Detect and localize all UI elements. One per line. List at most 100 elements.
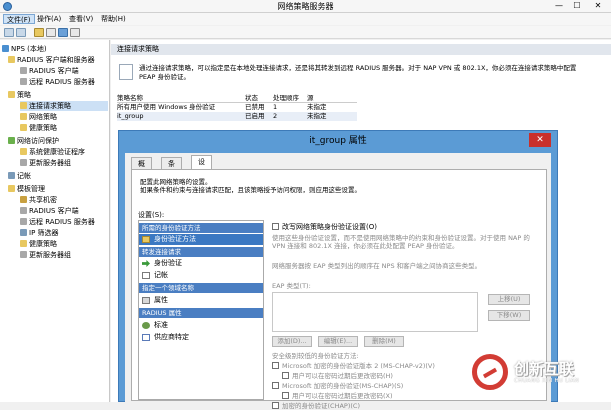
tree-templates[interactable]: 模板管理 — [8, 184, 45, 194]
tree-policies[interactable]: 策略 — [8, 90, 31, 100]
mschapv2-pw-row[interactable]: 用户可以在密码过期后更改密码(H) — [282, 372, 393, 380]
mschap-pw-row[interactable]: 用户可以在密码过期后更改密码(X) — [282, 392, 393, 400]
tree-label: 连接请求策略 — [29, 102, 71, 110]
tree-label: NPS (本地) — [11, 45, 47, 53]
table-row[interactable]: 所有用户使用 Windows 身份验证 已禁用 1 未指定 — [117, 103, 357, 112]
tree-health-policy[interactable]: 健康策略 — [20, 123, 57, 133]
mschapv2-checkbox[interactable] — [272, 362, 279, 369]
col-source[interactable]: 源 — [307, 94, 314, 103]
menu-view[interactable]: 查看(V) — [66, 14, 96, 24]
tree-shared-secret[interactable]: 共享机密 — [20, 195, 57, 205]
mschap-row[interactable]: Microsoft 加密的身份验证(MS-CHAP)(S) — [272, 382, 403, 390]
watermark-title: 创新互联 — [514, 360, 575, 378]
tree-ip-filter[interactable]: IP 筛选器 — [20, 228, 59, 238]
tab-settings[interactable]: 设置 — [191, 155, 212, 178]
chap-row[interactable]: 加密的身份验证(CHAP)(C) — [272, 402, 360, 410]
item-label: 标准 — [154, 321, 168, 329]
settings-item-standard[interactable]: 标准 — [139, 320, 263, 331]
mschapv2-pw-checkbox[interactable] — [282, 372, 289, 379]
override-checkbox[interactable] — [272, 223, 279, 230]
settings-item-vendor[interactable]: 供应商特定 — [139, 332, 263, 343]
mschap-pw-label: 用户可以在密码过期后更改密码(X) — [292, 392, 393, 400]
back-icon[interactable] — [4, 28, 14, 37]
tree-remote-radius[interactable]: 远程 RADIUS 服务器 — [20, 77, 95, 87]
col-status[interactable]: 状态 — [245, 94, 258, 103]
tab-conditions[interactable]: 条件 — [161, 157, 182, 180]
override-description: 使用这些身份验证设置，而不是使用网络策略中的约束和身份验证设置。对于使用 NAP… — [272, 234, 530, 250]
tree-t-radius-client[interactable]: RADIUS 客户端 — [20, 206, 79, 216]
override-row[interactable]: 改写网络策略身份验证设置(O) — [272, 222, 377, 232]
document-icon — [142, 272, 150, 279]
properties-icon[interactable] — [70, 28, 80, 37]
item-label: 记帐 — [154, 271, 168, 279]
maximize-button[interactable]: ☐ — [570, 1, 584, 11]
tree-radius-client[interactable]: RADIUS 客户端 — [20, 66, 79, 76]
tree-conn-req-policy[interactable]: 连接请求策略 — [20, 101, 108, 111]
tree-label: 网络访问保护 — [17, 137, 59, 145]
settings-label: 设置(S): — [138, 211, 165, 219]
eap-types-list[interactable] — [272, 292, 478, 332]
override-label: 改写网络策略身份验证设置(O) — [282, 223, 377, 231]
tree-shv[interactable]: 系统健康验证程序 — [20, 147, 85, 157]
menu-action[interactable]: 操作(A) — [34, 14, 64, 24]
menu-file[interactable]: 文件(F) — [3, 14, 35, 24]
move-up-button[interactable]: 上移(U) — [488, 294, 530, 305]
tree-label: 更新服务器组 — [29, 159, 71, 167]
settings-list: 所需的身份验证方法 身份验证方法 转发连接请求 身份验证 记帐 指定一个领域名称 — [138, 220, 264, 400]
computer-icon — [20, 159, 27, 166]
show-hide-tree-icon[interactable] — [46, 28, 56, 37]
tree-label: 健康策略 — [29, 124, 57, 132]
tree-root[interactable]: NPS (本地) — [2, 44, 47, 54]
edit-button[interactable]: 编辑(E)... — [318, 336, 358, 347]
close-button[interactable]: ✕ — [591, 1, 605, 11]
section-radius-attr: RADIUS 属性 — [139, 308, 263, 318]
lock-icon — [142, 236, 150, 243]
tree-label: RADIUS 客户端和服务器 — [17, 56, 95, 64]
settings-intro: 配置此网络策略的设置。 如果条件和约束与连接请求匹配，且该策略授予访问权限，则应… — [140, 178, 361, 194]
folder-icon — [20, 102, 27, 109]
folder-icon — [8, 185, 15, 192]
tree-remediation[interactable]: 更新服务器组 — [20, 158, 71, 168]
mschapv2-row[interactable]: Microsoft 加密的身份验证版本 2 (MS-CHAP-v2)(V) — [272, 362, 435, 370]
remove-button[interactable]: 删除(M) — [364, 336, 404, 347]
tree-t-health[interactable]: 健康策略 — [20, 239, 57, 249]
add-button[interactable]: 添加(D)... — [272, 336, 312, 347]
folder-up-icon[interactable] — [34, 28, 44, 37]
col-order[interactable]: 处理顺序 — [273, 94, 299, 103]
help-icon[interactable] — [58, 28, 68, 37]
folder-icon — [8, 56, 15, 63]
tree-accounting[interactable]: 记帐 — [8, 171, 31, 181]
tree-label: IP 筛选器 — [29, 229, 59, 237]
tree-network-policy[interactable]: 网络策略 — [20, 112, 57, 122]
computer-icon — [20, 207, 27, 214]
table-row[interactable]: it_group 已启用 2 未指定 — [117, 112, 357, 121]
col-name[interactable]: 策略名称 — [117, 94, 143, 103]
tree-label: RADIUS 客户端 — [29, 67, 79, 75]
dialog-close-button[interactable]: ✕ — [529, 133, 551, 147]
pane-header: 连接请求策略 — [111, 44, 611, 55]
tree-t-remediation[interactable]: 更新服务器组 — [20, 250, 71, 260]
chap-checkbox[interactable] — [272, 402, 279, 409]
menu-help[interactable]: 帮助(H) — [98, 14, 129, 24]
mschap-checkbox[interactable] — [272, 382, 279, 389]
mschap-pw-checkbox[interactable] — [282, 392, 289, 399]
tab-overview[interactable]: 概述 — [131, 157, 152, 180]
tree-t-remote-radius[interactable]: 远程 RADIUS 服务器 — [20, 217, 95, 227]
settings-item-attribute[interactable]: 属性 — [139, 295, 263, 306]
settings-item-accounting[interactable]: 记帐 — [139, 270, 263, 281]
settings-item-auth-method[interactable]: 身份验证方法 — [139, 234, 263, 245]
tree-label: 远程 RADIUS 服务器 — [29, 78, 95, 86]
watermark-logo-icon — [472, 354, 508, 390]
minimize-button[interactable]: — — [552, 1, 566, 11]
forward-icon[interactable] — [16, 28, 26, 37]
window-titlebar: 网络策略服务器 — ☐ ✕ — [0, 0, 611, 13]
shield-icon — [8, 137, 15, 144]
navigation-tree: NPS (本地) RADIUS 客户端和服务器 RADIUS 客户端 远程 RA… — [0, 40, 110, 402]
tree-radius-group[interactable]: RADIUS 客户端和服务器 — [8, 55, 95, 65]
tree-nap[interactable]: 网络访问保护 — [8, 136, 59, 146]
tree-label: RADIUS 客户端 — [29, 207, 79, 215]
tree-label: 记帐 — [17, 172, 31, 180]
move-down-button[interactable]: 下移(W) — [488, 310, 530, 321]
settings-item-auth[interactable]: 身份验证 — [139, 258, 263, 269]
document-icon — [119, 64, 133, 80]
